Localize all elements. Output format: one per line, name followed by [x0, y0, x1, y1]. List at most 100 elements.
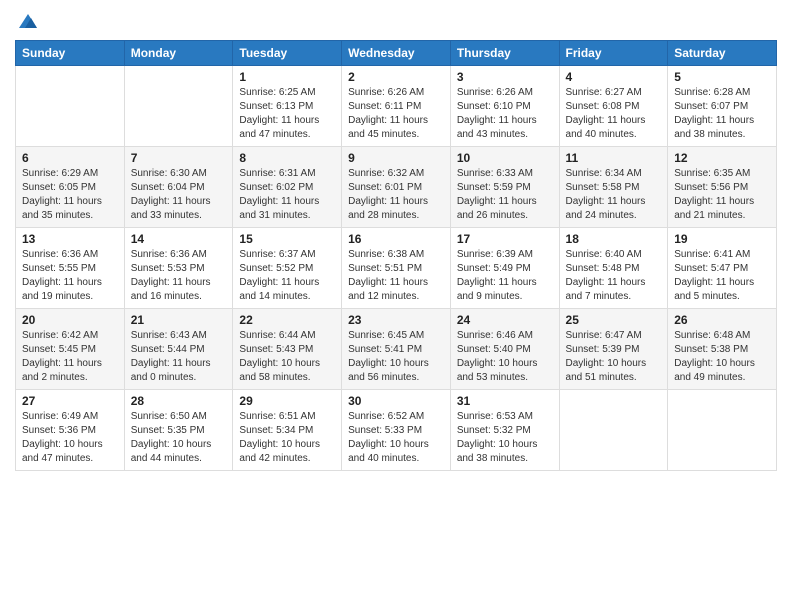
day-number: 8: [239, 151, 335, 165]
calendar-cell: 14Sunrise: 6:36 AM Sunset: 5:53 PM Dayli…: [124, 228, 233, 309]
weekday-header: Tuesday: [233, 41, 342, 66]
day-number: 7: [131, 151, 227, 165]
calendar-cell: 16 Sunrise: 6:38 AM Sunset: 5:51 PM Dayli…: [342, 228, 451, 309]
calendar-week-row: 27 Sunrise: 6:49 AM Sunset: 5:36 PM Dayli…: [16, 390, 777, 471]
calendar-cell: 1 Sunrise: 6:25 AM Sunset: 6:13 PM Daylig…: [233, 66, 342, 147]
day-number: 13: [22, 232, 118, 246]
calendar-cell: 6 Sunrise: 6:29 AM Sunset: 6:05 PM Daylig…: [16, 147, 125, 228]
calendar-cell: 10Sunrise: 6:33 AM Sunset: 5:59 PM Dayli…: [450, 147, 559, 228]
day-number: 5: [674, 70, 770, 84]
calendar-cell: 25 Sunrise: 6:47 AM Sunset: 5:39 PM Dayli…: [559, 309, 668, 390]
calendar-cell: 12 Sunrise: 6:35 AM Sunset: 5:56 PM Dayli…: [668, 147, 777, 228]
day-number: 10: [457, 151, 553, 165]
calendar-cell: [16, 66, 125, 147]
day-info: Sunrise: 6:52 AM Sunset: 5:33 PM Dayligh…: [348, 410, 444, 466]
day-info: Sunrise: 6:40 AM Sunset: 5:48 PM Dayligh…: [566, 248, 662, 304]
day-info: Sunrise: 6:26 AM Sunset: 6:10 PM Dayligh…: [457, 86, 553, 142]
calendar-cell: 29 Sunrise: 6:51 AM Sunset: 5:34 PM Dayli…: [233, 390, 342, 471]
calendar-cell: 17Sunrise: 6:39 AM Sunset: 5:49 PM Dayli…: [450, 228, 559, 309]
day-info: Sunrise: 6:46 AM Sunset: 5:40 PM Dayligh…: [457, 329, 553, 385]
day-info: Sunrise: 6:44 AM Sunset: 5:43 PM Dayligh…: [239, 329, 335, 385]
calendar-cell: 27 Sunrise: 6:49 AM Sunset: 5:36 PM Dayli…: [16, 390, 125, 471]
calendar-cell: 9 Sunrise: 6:32 AM Sunset: 6:01 PM Daylig…: [342, 147, 451, 228]
day-info: Sunrise: 6:32 AM Sunset: 6:01 PM Dayligh…: [348, 167, 444, 223]
day-number: 6: [22, 151, 118, 165]
weekday-header: Thursday: [450, 41, 559, 66]
day-number: 12: [674, 151, 770, 165]
day-number: 16: [348, 232, 444, 246]
day-info: Sunrise: 6:42 AM Sunset: 5:45 PM Dayligh…: [22, 329, 118, 385]
weekday-header: Monday: [124, 41, 233, 66]
calendar-cell: 31 Sunrise: 6:53 AM Sunset: 5:32 PM Dayli…: [450, 390, 559, 471]
day-info: Sunrise: 6:38 AM Sunset: 5:51 PM Dayligh…: [348, 248, 444, 304]
calendar-cell: 4 Sunrise: 6:27 AM Sunset: 6:08 PM Daylig…: [559, 66, 668, 147]
day-info: Sunrise: 6:30 AM Sunset: 6:04 PM Dayligh…: [131, 167, 227, 223]
day-number: 26: [674, 313, 770, 327]
day-number: 23: [348, 313, 444, 327]
calendar-cell: 18Sunrise: 6:40 AM Sunset: 5:48 PM Dayli…: [559, 228, 668, 309]
day-info: Sunrise: 6:34 AM Sunset: 5:58 PM Dayligh…: [566, 167, 662, 223]
logo: [15, 10, 39, 32]
calendar-cell: 11Sunrise: 6:34 AM Sunset: 5:58 PM Dayli…: [559, 147, 668, 228]
day-info: Sunrise: 6:36 AM Sunset: 5:55 PM Dayligh…: [22, 248, 118, 304]
calendar-cell: [124, 66, 233, 147]
day-number: 19: [674, 232, 770, 246]
page: SundayMondayTuesdayWednesdayThursdayFrid…: [0, 0, 792, 612]
day-info: Sunrise: 6:28 AM Sunset: 6:07 PM Dayligh…: [674, 86, 770, 142]
day-number: 29: [239, 394, 335, 408]
day-number: 20: [22, 313, 118, 327]
calendar-week-row: 6 Sunrise: 6:29 AM Sunset: 6:05 PM Daylig…: [16, 147, 777, 228]
calendar-table: SundayMondayTuesdayWednesdayThursdayFrid…: [15, 40, 777, 471]
day-info: Sunrise: 6:25 AM Sunset: 6:13 PM Dayligh…: [239, 86, 335, 142]
day-info: Sunrise: 6:27 AM Sunset: 6:08 PM Dayligh…: [566, 86, 662, 142]
day-info: Sunrise: 6:36 AM Sunset: 5:53 PM Dayligh…: [131, 248, 227, 304]
logo-icon: [17, 10, 39, 32]
day-number: 4: [566, 70, 662, 84]
day-number: 25: [566, 313, 662, 327]
day-info: Sunrise: 6:29 AM Sunset: 6:05 PM Dayligh…: [22, 167, 118, 223]
calendar-cell: 23 Sunrise: 6:45 AM Sunset: 5:41 PM Dayli…: [342, 309, 451, 390]
header: [15, 10, 777, 32]
day-number: 15: [239, 232, 335, 246]
day-info: Sunrise: 6:41 AM Sunset: 5:47 PM Dayligh…: [674, 248, 770, 304]
calendar-cell: 7 Sunrise: 6:30 AM Sunset: 6:04 PM Daylig…: [124, 147, 233, 228]
calendar-week-row: 1 Sunrise: 6:25 AM Sunset: 6:13 PM Daylig…: [16, 66, 777, 147]
calendar-cell: [559, 390, 668, 471]
weekday-header: Saturday: [668, 41, 777, 66]
day-info: Sunrise: 6:35 AM Sunset: 5:56 PM Dayligh…: [674, 167, 770, 223]
day-number: 9: [348, 151, 444, 165]
day-number: 22: [239, 313, 335, 327]
calendar-cell: 15 Sunrise: 6:37 AM Sunset: 5:52 PM Dayli…: [233, 228, 342, 309]
calendar-week-row: 20 Sunrise: 6:42 AM Sunset: 5:45 PM Dayli…: [16, 309, 777, 390]
day-info: Sunrise: 6:50 AM Sunset: 5:35 PM Dayligh…: [131, 410, 227, 466]
day-number: 31: [457, 394, 553, 408]
calendar-cell: 13 Sunrise: 6:36 AM Sunset: 5:55 PM Dayli…: [16, 228, 125, 309]
day-info: Sunrise: 6:51 AM Sunset: 5:34 PM Dayligh…: [239, 410, 335, 466]
day-info: Sunrise: 6:37 AM Sunset: 5:52 PM Dayligh…: [239, 248, 335, 304]
day-number: 1: [239, 70, 335, 84]
day-number: 30: [348, 394, 444, 408]
day-info: Sunrise: 6:53 AM Sunset: 5:32 PM Dayligh…: [457, 410, 553, 466]
day-info: Sunrise: 6:43 AM Sunset: 5:44 PM Dayligh…: [131, 329, 227, 385]
day-number: 27: [22, 394, 118, 408]
day-number: 2: [348, 70, 444, 84]
weekday-header: Wednesday: [342, 41, 451, 66]
weekday-header: Sunday: [16, 41, 125, 66]
calendar-cell: [668, 390, 777, 471]
day-info: Sunrise: 6:47 AM Sunset: 5:39 PM Dayligh…: [566, 329, 662, 385]
calendar-cell: 24 Sunrise: 6:46 AM Sunset: 5:40 PM Dayli…: [450, 309, 559, 390]
day-info: Sunrise: 6:31 AM Sunset: 6:02 PM Dayligh…: [239, 167, 335, 223]
day-info: Sunrise: 6:45 AM Sunset: 5:41 PM Dayligh…: [348, 329, 444, 385]
day-info: Sunrise: 6:49 AM Sunset: 5:36 PM Dayligh…: [22, 410, 118, 466]
calendar-week-row: 13 Sunrise: 6:36 AM Sunset: 5:55 PM Dayli…: [16, 228, 777, 309]
calendar-cell: 28 Sunrise: 6:50 AM Sunset: 5:35 PM Dayli…: [124, 390, 233, 471]
calendar-cell: 5 Sunrise: 6:28 AM Sunset: 6:07 PM Daylig…: [668, 66, 777, 147]
day-number: 24: [457, 313, 553, 327]
day-info: Sunrise: 6:48 AM Sunset: 5:38 PM Dayligh…: [674, 329, 770, 385]
day-info: Sunrise: 6:39 AM Sunset: 5:49 PM Dayligh…: [457, 248, 553, 304]
day-number: 28: [131, 394, 227, 408]
calendar-cell: 30 Sunrise: 6:52 AM Sunset: 5:33 PM Dayli…: [342, 390, 451, 471]
day-info: Sunrise: 6:26 AM Sunset: 6:11 PM Dayligh…: [348, 86, 444, 142]
calendar-cell: 2 Sunrise: 6:26 AM Sunset: 6:11 PM Daylig…: [342, 66, 451, 147]
calendar-cell: 22 Sunrise: 6:44 AM Sunset: 5:43 PM Dayli…: [233, 309, 342, 390]
